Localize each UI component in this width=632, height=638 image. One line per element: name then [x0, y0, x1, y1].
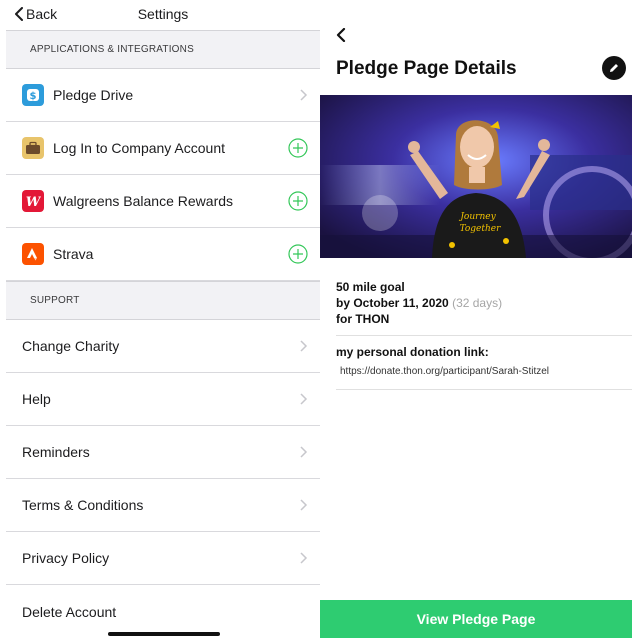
section-header-support: SUPPORT	[6, 281, 320, 320]
divider	[336, 335, 632, 336]
svg-text:$: $	[30, 91, 37, 102]
row-delete-account[interactable]: Delete Account	[6, 585, 320, 638]
row-help[interactable]: Help	[6, 373, 320, 426]
row-label: Log In to Company Account	[53, 140, 225, 156]
row-label: Change Charity	[22, 338, 120, 354]
goal-details: 50 mile goal by October 11, 2020 (32 day…	[336, 279, 502, 327]
row-change-charity[interactable]: Change Charity	[6, 320, 320, 373]
svg-text:Together: Together	[460, 224, 502, 234]
pencil-icon	[610, 64, 618, 72]
dollar-icon: $	[22, 84, 44, 106]
section-header-apps: APPLICATIONS & INTEGRATIONS	[6, 30, 320, 69]
donation-link-header: my personal donation link:	[336, 345, 489, 359]
chevron-left-icon[interactable]	[336, 28, 346, 42]
plus-circle-icon[interactable]	[288, 191, 308, 211]
charity-line: for THON	[336, 312, 390, 326]
pledge-details-screen: Pledge Page Details Journey Together 50 …	[320, 0, 632, 638]
chevron-right-icon	[300, 393, 308, 405]
row-label: Strava	[53, 246, 94, 262]
chevron-right-icon	[300, 89, 308, 101]
row-label: Reminders	[22, 444, 90, 460]
row-label: Terms & Conditions	[22, 497, 144, 513]
row-label: Help	[22, 391, 51, 407]
svg-text:W: W	[26, 195, 41, 208]
briefcase-icon	[22, 137, 44, 159]
settings-nav-bar: Back Settings	[6, 0, 320, 30]
settings-screen: Back Settings APPLICATIONS & INTEGRATION…	[6, 0, 320, 638]
edit-button[interactable]	[602, 56, 626, 80]
plus-circle-icon[interactable]	[288, 138, 308, 158]
chevron-right-icon	[300, 552, 308, 564]
deadline-date: by October 11, 2020	[336, 296, 449, 310]
row-privacy[interactable]: Privacy Policy	[6, 532, 320, 585]
row-label: Delete Account	[22, 603, 117, 620]
page-title: Pledge Page Details	[336, 58, 517, 79]
row-label: Pledge Drive	[53, 87, 134, 103]
row-company-account[interactable]: Log In to Company Account	[6, 122, 320, 175]
pledge-photo: Journey Together	[320, 95, 632, 258]
row-pledge-drive[interactable]: $ Pledge Drive	[6, 69, 320, 122]
divider	[336, 389, 632, 390]
deadline-line: by October 11, 2020 (32 days)	[336, 295, 502, 311]
chevron-right-icon	[300, 340, 308, 352]
page-title: Settings	[137, 6, 189, 22]
row-label: Privacy Policy	[22, 550, 110, 566]
row-terms[interactable]: Terms & Conditions	[6, 479, 320, 532]
row-strava[interactable]: Strava	[6, 228, 320, 281]
goal-line: 50 mile goal	[336, 280, 405, 294]
home-indicator[interactable]	[108, 632, 220, 636]
donation-link[interactable]: https://donate.thon.org/participant/Sara…	[340, 366, 549, 377]
walgreens-icon: W	[22, 190, 44, 212]
view-pledge-page-button[interactable]: View Pledge Page	[320, 600, 632, 638]
plus-circle-icon[interactable]	[288, 244, 308, 264]
row-reminders[interactable]: Reminders	[6, 426, 320, 479]
row-label: Walgreens Balance Rewards	[53, 193, 234, 209]
chevron-right-icon	[300, 499, 308, 511]
days-remaining: (32 days)	[452, 296, 503, 310]
svg-text:Journey: Journey	[458, 212, 496, 222]
chevron-right-icon	[300, 446, 308, 458]
row-walgreens[interactable]: W Walgreens Balance Rewards	[6, 175, 320, 228]
strava-icon	[22, 243, 44, 265]
